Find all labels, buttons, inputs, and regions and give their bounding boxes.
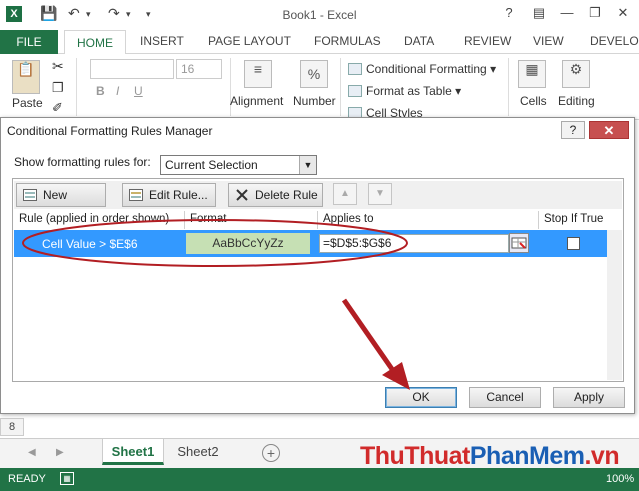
macro-record-icon[interactable]: ▦ — [60, 472, 74, 485]
sheet-tab-sheet1[interactable]: Sheet1 — [102, 439, 164, 465]
scroll-tabs-right-icon[interactable]: ▶ — [56, 447, 64, 458]
ribbon-separator — [508, 58, 509, 116]
delete-rule-button[interactable]: Delete Rule — [228, 183, 323, 207]
cells-button[interactable]: Cells — [520, 94, 547, 108]
watermark-part-phanmem: PhanMem — [469, 442, 585, 470]
status-bar: READY ▦ 100% — [0, 468, 639, 491]
rules-manager-dialog: Conditional Formatting Rules Manager ? ✕… — [0, 117, 635, 414]
column-divider — [538, 211, 539, 229]
new-rule-icon — [23, 189, 37, 201]
show-rules-select[interactable]: Current Selection ▼ — [160, 155, 317, 175]
cancel-button[interactable]: Cancel — [469, 387, 541, 408]
format-preview: AaBbCcYyZz — [186, 233, 310, 254]
stop-if-true-checkbox[interactable] — [567, 237, 580, 250]
edit-rule-button[interactable]: Edit Rule... — [122, 183, 216, 207]
maximize-icon[interactable]: ❐ — [584, 4, 606, 22]
font-name-box[interactable] — [90, 59, 174, 79]
add-sheet-icon[interactable]: + — [262, 444, 280, 462]
apply-button[interactable]: Apply — [553, 387, 625, 408]
tab-data[interactable]: DATA — [404, 34, 434, 48]
bold-icon[interactable]: B — [96, 84, 105, 98]
tab-formulas[interactable]: FORMULAS — [314, 34, 381, 48]
show-rules-label: Show formatting rules for: — [14, 155, 151, 169]
cut-icon[interactable]: ✂ — [52, 58, 64, 75]
italic-icon[interactable]: I — [116, 84, 119, 98]
cells-icon[interactable]: ▦ — [518, 60, 546, 88]
editing-button[interactable]: Editing — [558, 94, 595, 108]
rules-scrollbar[interactable] — [607, 230, 622, 380]
edit-rule-icon — [129, 189, 143, 201]
dialog-title: Conditional Formatting Rules Manager — [7, 124, 213, 138]
dialog-help-button[interactable]: ? — [561, 121, 585, 139]
sheet-tab-sheet2[interactable]: Sheet2 — [166, 439, 230, 465]
move-up-icon[interactable]: ▲ — [333, 183, 357, 205]
show-rules-value: Current Selection — [165, 158, 258, 172]
alignment-icon[interactable]: ≡ — [244, 60, 272, 88]
alignment-button[interactable]: Alignment — [230, 94, 283, 108]
column-header-rule: Rule (applied in order shown) — [19, 213, 170, 225]
applies-to-input[interactable]: =$D$5:$G$6 — [319, 234, 509, 253]
watermark-part-vn: .vn — [584, 442, 620, 470]
tab-page-layout[interactable]: PAGE LAYOUT — [208, 34, 291, 48]
format-as-table-icon — [348, 85, 362, 97]
copy-icon[interactable]: ❐ — [52, 80, 64, 96]
column-divider — [184, 211, 185, 229]
tab-file[interactable]: FILE — [0, 30, 58, 54]
paste-icon[interactable]: 📋 — [12, 60, 40, 94]
move-down-icon[interactable]: ▼ — [368, 183, 392, 205]
tab-developer[interactable]: DEVELO — [590, 34, 639, 48]
ribbon-display-icon[interactable]: ▤ — [528, 4, 550, 22]
tab-review[interactable]: REVIEW — [464, 34, 511, 48]
column-header-applies-to: Applies to — [323, 213, 374, 225]
rules-toolbar: New Rule... Edit Rule... Delete Rule — [14, 181, 622, 224]
paste-button[interactable]: Paste — [12, 96, 43, 110]
ribbon-separator — [340, 58, 341, 116]
rule-row[interactable]: Cell Value > $E$6 AaBbCcYyZz =$D$5:$G$6 — [14, 230, 607, 257]
ribbon: 📋 Paste ✂ ❐ ✐ 16 B I U ≡ Alignment % Num… — [0, 54, 639, 120]
delete-rule-label: Delete Rule — [255, 188, 318, 202]
watermark-part-thuat: Thuat — [404, 442, 470, 470]
rules-header-row: Rule (applied in order shown) Format App… — [14, 211, 622, 229]
range-selector-button[interactable] — [509, 233, 529, 253]
scroll-tabs-left-icon[interactable]: ◀ — [28, 447, 36, 458]
tab-insert[interactable]: INSERT — [140, 34, 184, 48]
conditional-formatting-button[interactable]: Conditional Formatting ▾ — [348, 62, 496, 76]
format-as-table-button[interactable]: Format as Table ▾ — [348, 84, 461, 98]
watermark-logo: ThuThuatPhanMem.vn — [360, 442, 620, 471]
underline-icon[interactable]: U — [134, 84, 143, 98]
tab-home[interactable]: HOME — [64, 30, 126, 55]
column-header-stop-if-true: Stop If True — [544, 213, 604, 225]
tab-view[interactable]: VIEW — [533, 34, 564, 48]
watermark-part-thu: Thu — [360, 442, 405, 470]
status-ready: READY — [8, 473, 46, 485]
ribbon-separator — [76, 58, 77, 116]
row-header[interactable]: 8 — [0, 418, 24, 436]
title-bar: X 💾 ↶ ▾ ↷ ▾ ▾ Book1 - Excel ? ▤ — ❐ ✕ — [0, 0, 639, 30]
rule-condition: Cell Value > $E$6 — [42, 237, 138, 251]
number-button[interactable]: Number — [293, 94, 336, 108]
edit-rule-label: Edit Rule... — [149, 188, 208, 202]
delete-icon — [236, 189, 248, 201]
format-painter-icon[interactable]: ✐ — [52, 100, 63, 116]
close-window-icon[interactable]: ✕ — [612, 4, 634, 22]
conditional-formatting-icon — [348, 63, 362, 75]
new-rule-button[interactable]: New Rule... — [16, 183, 106, 224]
number-format-icon[interactable]: % — [300, 60, 328, 88]
binoculars-icon[interactable]: ⚙ — [562, 60, 590, 88]
conditional-formatting-label: Conditional Formatting — [366, 62, 487, 76]
minimize-icon[interactable]: — — [556, 4, 578, 22]
dialog-close-button[interactable]: ✕ — [589, 121, 629, 139]
font-size-box[interactable]: 16 — [176, 59, 222, 79]
ok-button[interactable]: OK — [385, 387, 457, 408]
range-selector-icon — [511, 237, 527, 249]
chevron-down-icon[interactable]: ▼ — [299, 156, 316, 174]
column-divider — [317, 211, 318, 229]
zoom-level[interactable]: 100% — [606, 473, 634, 485]
ribbon-tabs: FILE HOME INSERT PAGE LAYOUT FORMULAS DA… — [0, 30, 639, 55]
column-header-format: Format — [190, 213, 227, 225]
help-icon[interactable]: ? — [498, 4, 520, 22]
format-as-table-label: Format as Table — [366, 84, 452, 98]
